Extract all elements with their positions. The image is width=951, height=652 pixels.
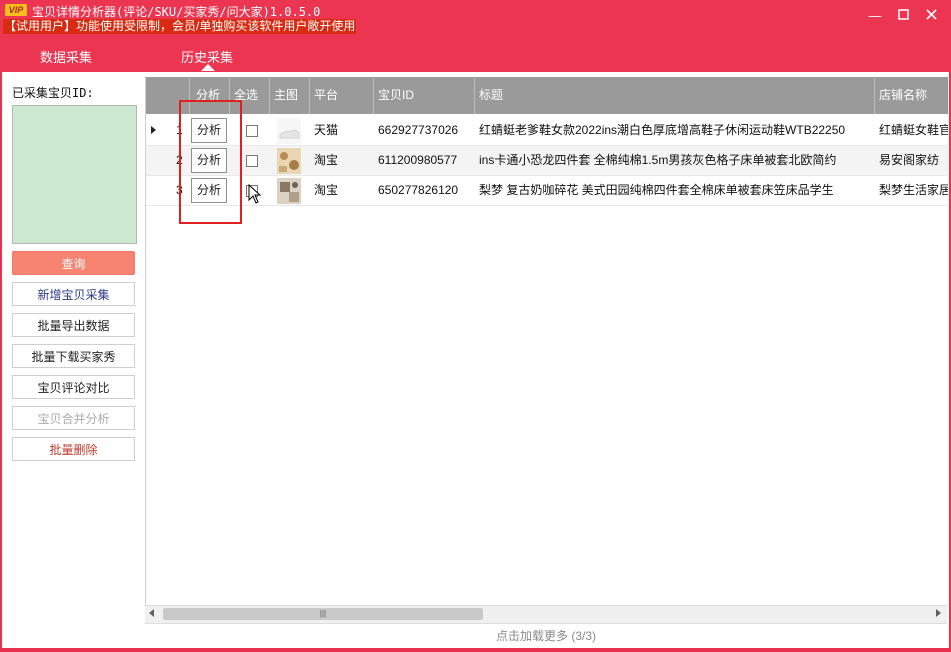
current-row-arrow-icon: [151, 126, 156, 134]
highlight-annotation-box: [179, 100, 242, 224]
shop-name-cell: 红蜻蜓女鞋官: [879, 123, 948, 137]
active-tab-indicator: [201, 64, 215, 71]
platform-cell: 淘宝: [314, 153, 339, 167]
batch-delete-button[interactable]: 批量删除: [12, 437, 135, 461]
merge-analysis-button[interactable]: 宝贝合并分析: [12, 406, 135, 430]
title-cell: 红蜻蜓老爹鞋女款2022ins潮白色厚底增高鞋子休闲运动鞋WTB22250: [479, 123, 846, 137]
collected-id-label: 已采集宝贝ID:: [12, 86, 94, 100]
data-grid: 分析 全选 主图 平台 宝贝ID 标题 店铺名称 1 分析 天猫 6629277…: [145, 77, 948, 605]
tab-bar: 数据采集 历史采集: [0, 36, 951, 72]
download-buyer-shows-button[interactable]: 批量下载买家秀: [12, 344, 135, 368]
item-id-cell: 662927737026: [378, 123, 459, 137]
shop-name-cell: 梨梦生活家居: [879, 183, 948, 197]
row-checkbox[interactable]: [246, 155, 258, 167]
app-title: 宝贝详情分析器(评论/SKU/买家秀/问大家)1.0.5.0: [32, 5, 321, 19]
col-title: 标题: [475, 77, 875, 114]
new-collect-button[interactable]: 新增宝贝采集: [12, 282, 135, 306]
scroll-left-arrow-icon[interactable]: [149, 609, 154, 617]
product-thumbnail: [277, 178, 301, 204]
trial-notice: 【试用用户】功能使用受限制，会员/单独购买该软件用户敞开使用: [3, 19, 357, 34]
horizontal-scrollbar[interactable]: |||: [145, 605, 947, 623]
table-row[interactable]: 1 分析 天猫 662927737026 红蜻蜓老爹鞋女款2022ins潮白色厚…: [146, 116, 948, 146]
item-id-cell: 650277826120: [378, 183, 459, 197]
title-bar: VIP 宝贝详情分析器(评论/SKU/买家秀/问大家)1.0.5.0 【试用用户…: [0, 0, 951, 36]
compare-reviews-button[interactable]: 宝贝评论对比: [12, 375, 135, 399]
maximize-icon[interactable]: [895, 9, 911, 23]
tab-data-collect[interactable]: 数据采集: [40, 47, 92, 66]
query-button[interactable]: 查询: [12, 251, 135, 275]
col-main-image: 主图: [270, 77, 310, 114]
table-row[interactable]: 3 分析 淘宝 650277826120 梨梦 复古奶咖碎花 美式田园纯棉四件套…: [146, 176, 948, 206]
vip-badge: VIP: [5, 4, 27, 16]
collected-id-list[interactable]: [12, 105, 137, 244]
scrollbar-thumb[interactable]: |||: [163, 608, 483, 620]
title-cell: 梨梦 复古奶咖碎花 美式田园纯棉四件套全棉床单被套床笠床品学生: [479, 183, 834, 197]
product-thumbnail: [277, 118, 301, 144]
mouse-cursor-icon: [248, 183, 262, 207]
product-thumbnail: [277, 148, 301, 174]
close-icon[interactable]: [923, 9, 939, 23]
col-shop-name: 店铺名称: [879, 88, 928, 102]
item-id-cell: 611200980577: [378, 153, 458, 167]
col-platform: 平台: [310, 77, 374, 114]
col-item-id: 宝贝ID: [374, 77, 475, 114]
load-more-button[interactable]: 点击加载更多 (3/3): [145, 623, 947, 648]
platform-cell: 淘宝: [314, 183, 339, 197]
grid-header: 分析 全选 主图 平台 宝贝ID 标题 店铺名称: [146, 77, 948, 114]
title-cell: ins卡通小恐龙四件套 全棉纯棉1.5m男孩灰色格子床单被套北欧简约: [479, 153, 837, 167]
row-checkbox[interactable]: [246, 125, 258, 137]
sidebar: 已采集宝贝ID: 查询 新增宝贝采集 批量导出数据 批量下载买家秀 宝贝评论对比…: [2, 72, 145, 648]
platform-cell: 天猫: [314, 123, 339, 137]
table-row[interactable]: 2 分析 淘宝 611200980577 ins卡通小恐龙四件套 全棉纯棉1.5…: [146, 146, 948, 176]
shop-name-cell: 易安阁家纺: [879, 153, 940, 167]
export-data-button[interactable]: 批量导出数据: [12, 313, 135, 337]
minimize-icon[interactable]: —: [867, 9, 883, 23]
scroll-right-arrow-icon[interactable]: [936, 609, 941, 617]
